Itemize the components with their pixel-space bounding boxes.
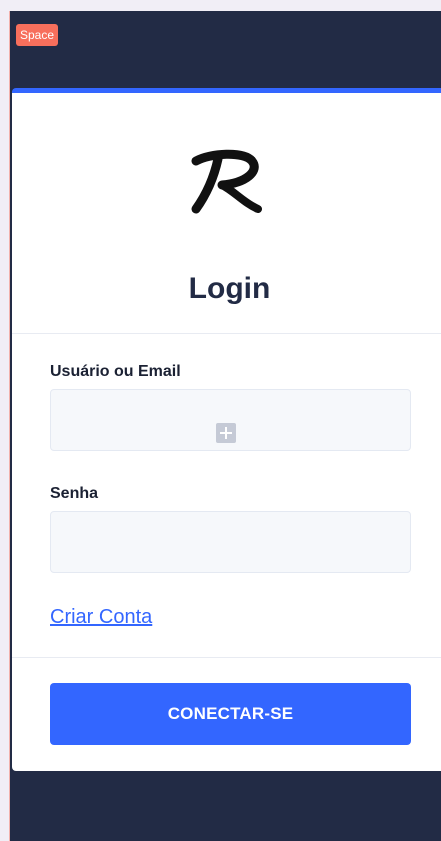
header-divider	[12, 333, 441, 334]
footer-divider	[12, 657, 441, 658]
create-account-link[interactable]: Criar Conta	[50, 606, 152, 629]
page-title: Login	[188, 272, 271, 305]
password-field[interactable]	[50, 511, 411, 573]
space-badge: Space	[16, 24, 59, 46]
username-label: Usuário ou Email	[50, 363, 181, 380]
connect-button[interactable]: CONECTAR-SE	[50, 683, 411, 745]
login-card: Login Usuário ou Email Senha Criar Conta…	[12, 88, 441, 771]
plus-icon[interactable]	[216, 423, 236, 443]
password-label: Senha	[50, 485, 99, 502]
r-logo-icon	[191, 149, 262, 214]
